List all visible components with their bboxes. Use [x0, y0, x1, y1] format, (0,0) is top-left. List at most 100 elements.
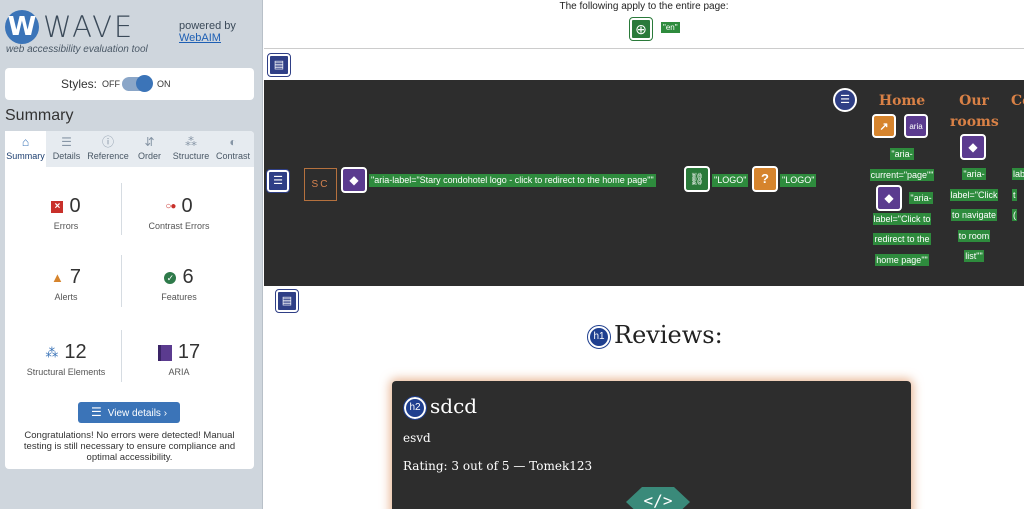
nav-region-icon[interactable]: ☰ [266, 169, 290, 193]
tab-summary-label: Summary [6, 151, 45, 161]
tag-line: home page"" [875, 253, 929, 266]
wave-sidebar: W WAVE web accessibility evaluation tool… [0, 0, 263, 509]
alert-icon: ▲ [51, 270, 64, 285]
review-rating: Rating: 3 out of 5 — Tomek123 [403, 459, 593, 473]
list-icon: ☰ [90, 405, 102, 419]
summary-heading: Summary [5, 107, 74, 124]
aria-icon[interactable]: aria [904, 114, 928, 138]
contrast-error-icon: ○● [165, 201, 176, 212]
nav-contact-partial[interactable]: Co [1011, 91, 1024, 112]
home-icon: ⌂ [21, 135, 30, 149]
stat-aria[interactable]: 17 ARIA [124, 341, 234, 377]
review-body: esvd [403, 431, 431, 445]
tag-line: current="page"" [869, 168, 935, 181]
linked-image-icon[interactable]: ⛓ [684, 166, 710, 192]
structural-count: 12 [64, 341, 87, 363]
partial-tags: lab t ( [1012, 164, 1024, 226]
structure-icon: ⁂ [185, 135, 197, 149]
webaim-link[interactable]: WebAIM [179, 32, 221, 44]
info-icon: ⓘ [101, 135, 114, 149]
home-current-tags: "aria- current="page"" [864, 144, 940, 185]
feature-icon: ✓ [164, 271, 177, 284]
styles-toggle-card: Styles: OFF ON [5, 68, 254, 100]
site-header: ☰ SC ◆ "aria-label="Stary condohotel log… [264, 80, 1024, 286]
tag-line: to room [957, 229, 991, 242]
stat-contrast-errors[interactable]: ○● 0 Contrast Errors [124, 195, 234, 231]
reviews-heading: h1 Reviews: [587, 320, 723, 350]
review-card: h2 sdcd esvd Rating: 3 out of 5 — Tomek12… [392, 381, 911, 509]
suspicious-alt-icon[interactable]: ? [752, 166, 778, 192]
errors-label: Errors [53, 221, 79, 231]
structure-icon: ⁂ [45, 344, 59, 360]
nav-rooms-line: Our [959, 93, 989, 109]
page-wide-note: The following apply to the entire page: [559, 1, 729, 12]
code-icon[interactable]: </> [626, 487, 690, 509]
tag-line: ( [1012, 209, 1017, 221]
tag-line: lab [1012, 168, 1024, 180]
nav-rooms[interactable]: Our rooms [950, 91, 999, 133]
powered-by-label: powered by [179, 20, 236, 32]
logo-alt-tag-2: "LOGO" [780, 174, 817, 187]
tab-reference[interactable]: ⓘ Reference [87, 131, 129, 167]
error-icon: × [51, 200, 64, 213]
tag-line: "aria- [909, 192, 933, 204]
alerts-count: 7 [69, 266, 81, 288]
stat-alerts[interactable]: ▲ 7 Alerts [11, 266, 121, 302]
contrast-icon: ◐ [229, 135, 237, 149]
styles-label: Styles: [61, 77, 98, 91]
tab-reference-label: Reference [87, 151, 129, 161]
errors-count: 0 [69, 195, 81, 217]
logo-alt-tag: "LOGO" [712, 174, 749, 187]
h1-icon[interactable]: h1 [587, 324, 611, 349]
powered-by: powered by WebAIM [179, 20, 236, 44]
view-details-label: View details › [107, 408, 168, 419]
panel-tabs: ⌂ Summary ☰ Details ⓘ Reference ⇵ Order … [5, 131, 254, 167]
contrast-errors-label: Contrast Errors [148, 221, 210, 231]
nav-home[interactable]: Home [870, 91, 934, 112]
header-region-icon[interactable]: ▤ [267, 53, 291, 77]
wave-logo-icon: W [5, 10, 39, 44]
toggle-knob [136, 75, 153, 92]
rooms-label-tags: "aria- label="Click to navigate to room … [946, 164, 1002, 267]
tag-line: t [1012, 188, 1017, 201]
tag-line: list"" [964, 250, 984, 262]
language-tag: "en" [661, 22, 680, 33]
wave-subtitle: web accessibility evaluation tool [6, 44, 148, 55]
alerts-label: Alerts [54, 292, 78, 302]
aria-label-icon[interactable]: ◆ [960, 134, 986, 160]
styles-toggle[interactable] [122, 75, 153, 92]
styles-off-label: OFF [102, 79, 120, 89]
summary-panel: ⌂ Summary ☰ Details ⓘ Reference ⇵ Order … [5, 131, 254, 469]
redundant-link-icon[interactable]: ↗ [872, 114, 896, 138]
tag-line: "aria- [890, 148, 914, 160]
list-icon: ☰ [61, 135, 72, 149]
review-title: h2 sdcd [403, 394, 477, 420]
main-region-icon[interactable]: ▤ [275, 289, 299, 313]
divider [264, 48, 1024, 49]
aria-label-icon[interactable]: ◆ [341, 167, 367, 193]
aria-icon [157, 344, 172, 361]
aria-label-caption: ARIA [168, 367, 190, 377]
tab-details[interactable]: ☰ Details [46, 131, 87, 167]
view-details-button[interactable]: ☰ View details › [78, 402, 180, 423]
stat-structural[interactable]: ⁂ 12 Structural Elements [11, 341, 121, 377]
tab-order[interactable]: ⇵ Order [129, 131, 170, 167]
structural-label: Structural Elements [26, 367, 106, 377]
tab-contrast[interactable]: ◐ Contrast [212, 131, 254, 167]
list-icon[interactable]: ☰ [833, 88, 857, 112]
tab-structure[interactable]: ⁂ Structure [170, 131, 212, 167]
language-globe-icon[interactable]: ⊕ [629, 17, 653, 41]
styles-on-label: ON [157, 79, 171, 89]
tab-details-label: Details [52, 151, 81, 161]
h2-icon[interactable]: h2 [403, 395, 427, 420]
stats-divider [121, 330, 122, 382]
site-logo[interactable]: SC [304, 168, 337, 201]
aria-count: 17 [177, 341, 201, 363]
tag-line: redirect to the [873, 233, 931, 245]
stat-features[interactable]: ✓ 6 Features [124, 266, 234, 302]
stat-errors[interactable]: × 0 Errors [11, 195, 121, 231]
tag-line: label="Click [949, 188, 999, 201]
wave-logo: W WAVE web accessibility evaluation tool… [5, 8, 260, 60]
tab-summary[interactable]: ⌂ Summary [5, 131, 46, 167]
stats-divider [121, 255, 122, 307]
